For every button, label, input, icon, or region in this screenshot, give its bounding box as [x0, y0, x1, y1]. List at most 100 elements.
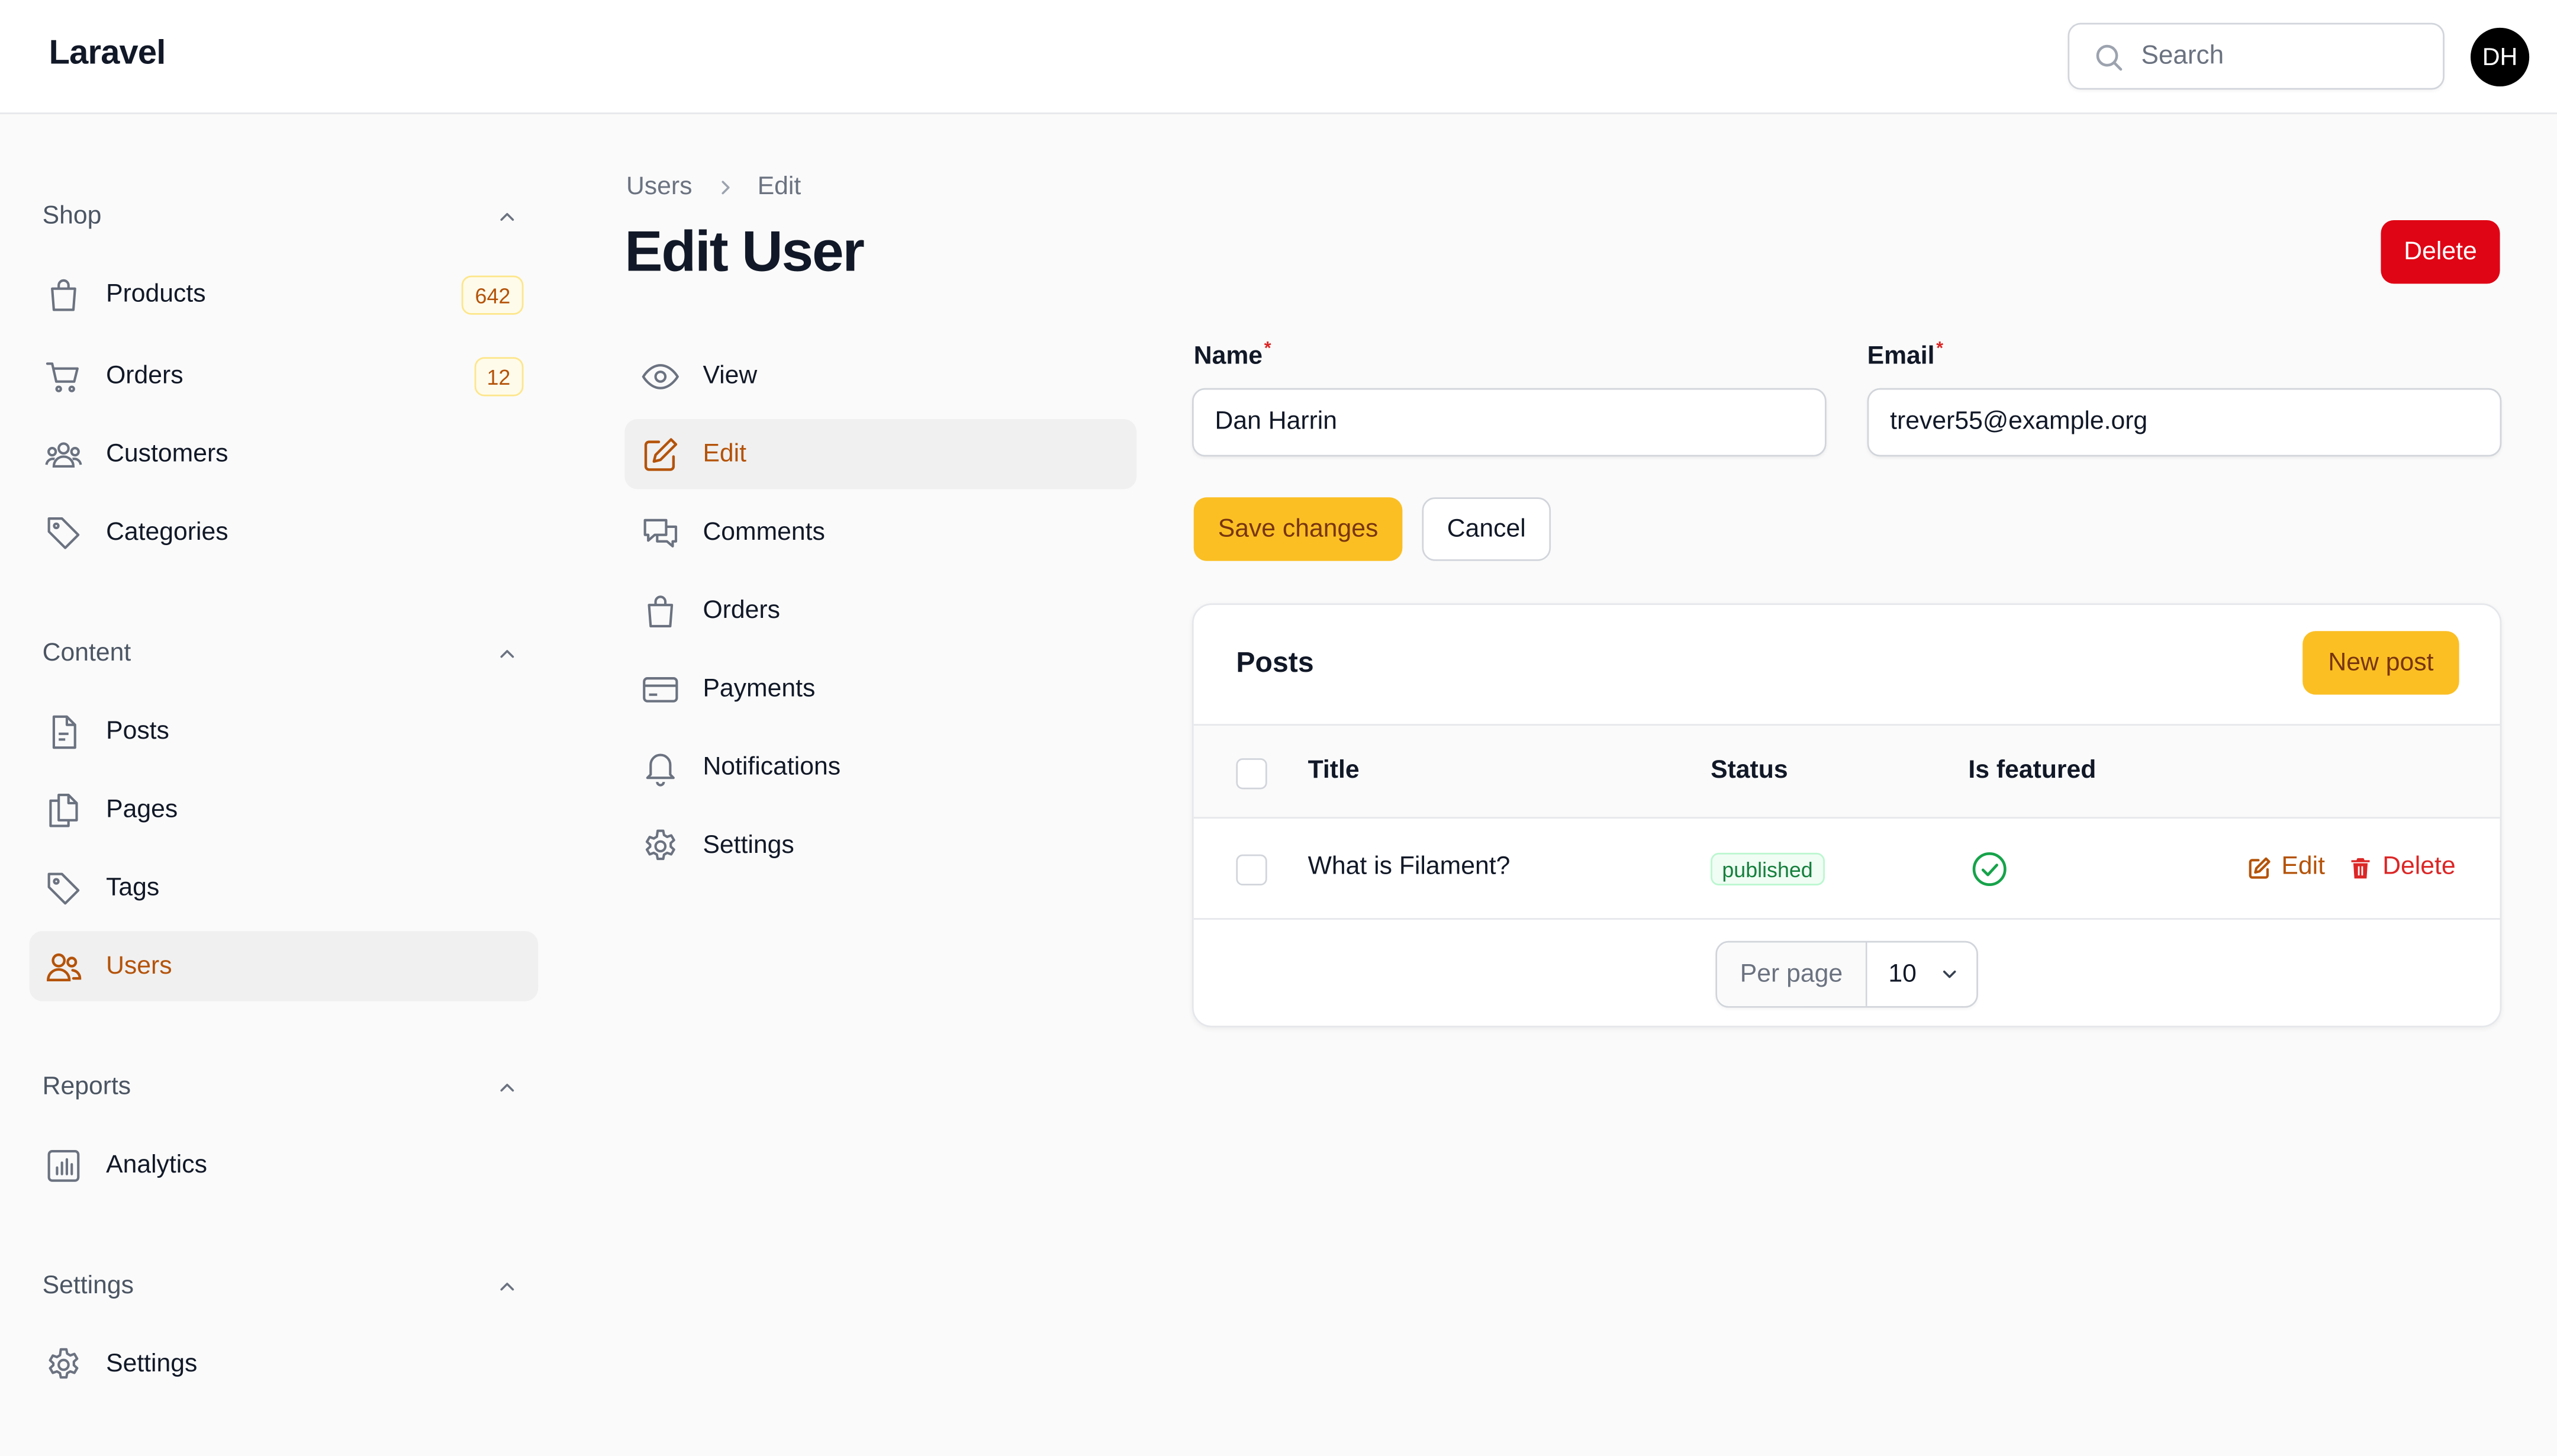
- sidebar-group-label: Shop: [42, 202, 102, 230]
- subnav-edit[interactable]: Edit: [624, 419, 1137, 489]
- column-header-featured[interactable]: Is featured: [1968, 756, 2096, 786]
- breadcrumb: Users Edit: [626, 173, 801, 202]
- breadcrumb-current: Edit: [757, 173, 801, 201]
- sidebar-item-label: Orders: [106, 361, 183, 389]
- chevron-up-icon: [500, 1084, 514, 1092]
- sidebar-item-users[interactable]: Users: [29, 931, 539, 1001]
- sidebar-group-label: Content: [42, 639, 131, 667]
- count-badge: 12: [474, 357, 524, 397]
- sidebar-item-posts[interactable]: Posts: [30, 696, 539, 766]
- table-header: Title Status Is featured: [1193, 724, 2500, 819]
- cog-icon: [641, 826, 680, 865]
- sidebar-item-label: Pages: [106, 795, 178, 823]
- search-icon: [2096, 44, 2123, 70]
- subnav-label: Orders: [703, 595, 780, 624]
- row-delete-action[interactable]: Delete: [2348, 853, 2456, 882]
- save-button[interactable]: Save changes: [1193, 497, 1403, 561]
- sidebar-item-categories[interactable]: Categories: [30, 497, 539, 567]
- subnav-label: Comments: [703, 517, 825, 546]
- chevron-down-icon: [1943, 970, 1957, 978]
- posts-table-card: Posts New post Title Status Is featured …: [1191, 603, 2502, 1027]
- per-page-dropdown[interactable]: 10: [1867, 942, 1977, 1006]
- table-row[interactable]: What is Filament? published Edit Delete: [1193, 819, 2500, 920]
- count-badge: 642: [462, 275, 524, 315]
- sidebar-item-label: Customers: [106, 439, 228, 468]
- credit-card-icon: [641, 669, 680, 708]
- chart-bar-icon: [44, 1145, 83, 1184]
- chevron-up-icon: [500, 1283, 514, 1291]
- brand-logo[interactable]: Laravel: [49, 34, 166, 73]
- sidebar-group-settings[interactable]: Settings: [43, 1268, 526, 1304]
- delete-button[interactable]: Delete: [2381, 220, 2500, 284]
- subnav-label: Edit: [703, 439, 747, 468]
- required-mark: *: [1264, 339, 1271, 359]
- sidebar-item-analytics[interactable]: Analytics: [30, 1130, 539, 1200]
- page-title: Edit User: [624, 220, 865, 284]
- name-label-text: Name: [1193, 342, 1263, 371]
- subnav-payments[interactable]: Payments: [624, 654, 1136, 724]
- shopping-bag-icon: [641, 591, 680, 630]
- subnav-notifications[interactable]: Notifications: [624, 732, 1136, 802]
- sidebar-group-shop[interactable]: Shop: [43, 199, 526, 235]
- cell-title: What is Filament?: [1308, 852, 1511, 881]
- top-bar: Laravel Search DH: [0, 0, 2557, 114]
- documents-icon: [44, 790, 83, 829]
- name-field[interactable]: Dan Harrin: [1191, 388, 1827, 457]
- per-page-select[interactable]: Per page 10: [1715, 940, 1978, 1008]
- shopping-cart-icon: [44, 356, 83, 395]
- sidebar-group-label: Settings: [42, 1271, 134, 1300]
- eye-icon: [641, 356, 680, 395]
- row-edit-action[interactable]: Edit: [2247, 853, 2325, 882]
- subnav-label: Notifications: [703, 752, 841, 781]
- pencil-square-icon: [2249, 856, 2271, 878]
- sidebar-group-content[interactable]: Content: [43, 636, 526, 672]
- tag-icon: [44, 513, 83, 552]
- per-page-label: Per page: [1717, 942, 1867, 1006]
- cog-icon: [44, 1345, 83, 1384]
- new-post-button[interactable]: New post: [2302, 631, 2459, 695]
- bell-icon: [641, 748, 680, 787]
- subnav-settings[interactable]: Settings: [624, 810, 1136, 880]
- users-icon: [44, 946, 83, 985]
- sidebar-item-label: Categories: [106, 517, 228, 546]
- sidebar-item-label: Settings: [106, 1349, 198, 1377]
- posts-title: Posts: [1236, 646, 1314, 679]
- column-header-title[interactable]: Title: [1308, 756, 1360, 786]
- subnav-orders[interactable]: Orders: [624, 576, 1136, 646]
- sidebar-item-tags[interactable]: Tags: [30, 853, 539, 923]
- user-avatar[interactable]: DH: [2470, 27, 2530, 87]
- subnav-label: View: [703, 361, 758, 389]
- sidebar-item-label: Products: [106, 279, 206, 308]
- sidebar-item-products[interactable]: Products 642: [30, 259, 539, 329]
- chevron-right-icon: [722, 181, 730, 195]
- select-all-checkbox[interactable]: [1236, 758, 1267, 790]
- email-field[interactable]: trever55@example.org: [1867, 388, 2502, 457]
- name-label: Name *: [1193, 339, 1271, 372]
- row-checkbox[interactable]: [1236, 854, 1267, 886]
- breadcrumb-parent[interactable]: Users: [626, 173, 693, 202]
- document-icon: [44, 712, 83, 751]
- search-placeholder: Search: [2141, 41, 2224, 70]
- subnav-view[interactable]: View: [624, 341, 1136, 411]
- sidebar-item-label: Users: [106, 951, 172, 980]
- per-page-value: 10: [1888, 959, 1917, 988]
- shopping-bag-icon: [44, 275, 83, 314]
- sidebar-item-label: Analytics: [106, 1150, 207, 1178]
- tag-icon: [44, 868, 83, 907]
- subnav-label: Payments: [703, 674, 816, 703]
- search-input[interactable]: Search: [2068, 22, 2445, 90]
- sidebar-item-pages[interactable]: Pages: [30, 775, 539, 845]
- chevron-up-icon: [500, 212, 514, 221]
- column-header-status[interactable]: Status: [1711, 756, 1788, 786]
- chat-bubbles-icon: [641, 513, 680, 552]
- cancel-button[interactable]: Cancel: [1422, 497, 1551, 561]
- check-circle-icon: [1972, 852, 2007, 886]
- sidebar-group-label: Reports: [42, 1072, 131, 1101]
- sidebar-item-settings[interactable]: Settings: [30, 1329, 539, 1399]
- sidebar-group-reports[interactable]: Reports: [43, 1070, 526, 1106]
- sidebar-item-orders[interactable]: Orders 12: [30, 341, 539, 411]
- subnav-comments[interactable]: Comments: [624, 497, 1136, 567]
- sidebar-item-label: Posts: [106, 716, 169, 745]
- email-label: Email *: [1867, 339, 1943, 372]
- sidebar-item-customers[interactable]: Customers: [30, 419, 539, 489]
